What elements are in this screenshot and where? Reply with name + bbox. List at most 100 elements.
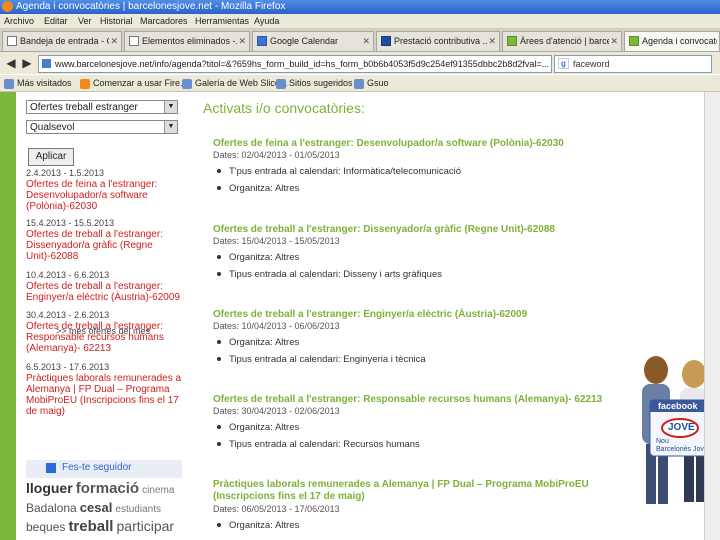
event-detail: Organitza: Altres (213, 337, 633, 348)
list-item: 2.4.2013 - 1.5.2013 Ofertes de feina a l… (26, 168, 186, 212)
event-detail: Tipus entrada al calendari: Disseny i ar… (213, 269, 633, 280)
barcelonesjove-icon (629, 36, 639, 46)
follow-label: Fes-te seguidor (62, 462, 132, 473)
firefox-icon (2, 1, 13, 12)
bookmark-most-visited[interactable]: Más visitados (4, 75, 72, 91)
menu-historial[interactable]: Historial (100, 14, 133, 28)
bookmark-icon (4, 78, 14, 89)
follow-box[interactable]: Fes-te seguidor (26, 460, 182, 478)
vertical-scrollbar[interactable] (704, 92, 720, 540)
menu-editar[interactable]: Editar (44, 14, 68, 28)
event-title-link[interactable]: Ofertes de treball a l'estranger: Respon… (213, 394, 633, 405)
promo-tagline: Nou (656, 438, 669, 445)
list-item-link[interactable]: Ofertes de treball a l'estranger: Dissen… (26, 229, 186, 262)
category-select[interactable]: Ofertes treball estranger ▼ (26, 100, 178, 114)
calendar-icon (257, 36, 267, 46)
list-item-link[interactable]: Pràctiques laborals remunerades a Aleman… (26, 373, 186, 417)
apply-button[interactable]: Aplicar (28, 148, 74, 166)
bookmarks-toolbar: Más visitados Comenzar a usar Fire... Ga… (0, 75, 720, 92)
tag-link[interactable]: cinema (142, 485, 174, 496)
window-title: Agenda i convocatòries | barcelonesjove.… (16, 1, 286, 12)
page-icon (129, 36, 139, 46)
event-detail: Tipus entrada al calendari: Enginyeria i… (213, 354, 633, 365)
forward-arrow-icon[interactable]: ▶ (18, 54, 36, 72)
close-icon[interactable]: ✕ (362, 32, 370, 51)
event-entry: Ofertes de treball a l'estranger: Respon… (213, 394, 633, 450)
page-title: Activats i/o convocatòries: (203, 100, 365, 116)
event-detail: Organitza: Altres (213, 422, 633, 433)
search-text: faceword (573, 59, 610, 69)
tag-link[interactable]: estudiants (115, 504, 161, 515)
menu-bar: Archivo Editar Ver Historial Marcadores … (0, 14, 720, 29)
bookmark-getting-started[interactable]: Comenzar a usar Fire... (80, 75, 188, 91)
event-entry: Ofertes de treball a l'estranger: Enginy… (213, 309, 633, 365)
list-item: 10.4.2013 - 6.6.2013 Ofertes de treball … (26, 270, 186, 303)
search-input[interactable]: g faceword (554, 55, 712, 73)
chevron-down-icon: ▼ (164, 121, 177, 133)
tab-arees-atencio[interactable]: Àrees d'atenció | barce... ✕ (502, 31, 622, 51)
bookmark-web-slice[interactable]: Galería de Web Slice... (182, 75, 287, 91)
menu-archivo[interactable]: Archivo (4, 14, 34, 28)
event-dates: Dates: 10/04/2013 - 06/06/2013 (213, 321, 340, 331)
event-entry: Pràctiques laborals remunerades a Aleman… (213, 479, 633, 531)
bullet-icon (217, 523, 221, 528)
close-icon[interactable]: ✕ (488, 32, 496, 51)
bookmark-suggested-sites[interactable]: Sitios sugeridos (276, 75, 353, 91)
bullet-icon (217, 169, 221, 174)
tag-cloud: lloguer formació cinema Badalona cesal e… (26, 480, 186, 537)
tag-link[interactable]: formació (76, 480, 139, 497)
navigation-bar: ◀ ▶ www.barcelonesjove.net/info/agenda?t… (0, 52, 720, 74)
bullet-icon (217, 442, 221, 447)
location-select[interactable]: Qualsevol ▼ (26, 120, 178, 134)
event-detail: Tipus entrada al calendari: Recursos hum… (213, 439, 633, 450)
tag-link[interactable]: lloguer (26, 480, 73, 496)
menu-herramientas[interactable]: Herramientas (195, 14, 249, 28)
tag-link[interactable]: participar (117, 518, 175, 534)
bullet-icon (217, 357, 221, 362)
tab-google-calendar[interactable]: Google Calendar ✕ (252, 31, 374, 51)
event-dates: Dates: 30/04/2013 - 02/06/2013 (213, 406, 340, 416)
event-detail: Organitza: Altres (213, 183, 633, 194)
barcelonesjove-icon (507, 36, 517, 46)
bookmark-icon (354, 78, 364, 89)
bullet-icon (217, 340, 221, 345)
bullet-icon (217, 186, 221, 191)
tag-link[interactable]: treball (68, 518, 113, 535)
event-title-link[interactable]: Ofertes de feina a l'estranger: Desenvol… (213, 138, 633, 149)
menu-ayuda[interactable]: Ayuda (254, 14, 279, 28)
event-detail: Organitza: Altres (213, 252, 633, 263)
event-title-link[interactable]: Pràctiques laborals remunerades a Aleman… (213, 479, 613, 503)
chevron-down-icon: ▼ (164, 101, 177, 113)
google-icon: g (558, 58, 569, 69)
tab-prestacio[interactable]: Prestació contributiva ... ✕ (376, 31, 500, 51)
menu-ver[interactable]: Ver (78, 14, 92, 28)
tab-deleted-items[interactable]: Elementos eliminados -... ✕ (124, 31, 250, 51)
tag-link[interactable]: Badalona (26, 501, 77, 515)
tab-bar: Bandeja de entrada - O... ✕ Elementos el… (0, 29, 720, 52)
tab-agenda[interactable]: Agenda i convocatòries ... (624, 31, 720, 51)
promo-facebook-label: facebook (658, 401, 698, 411)
tag-link[interactable]: cesal (80, 500, 113, 515)
window-titlebar: Agenda i convocatòries | barcelonesjove.… (0, 0, 720, 14)
bookmark-gsuo[interactable]: Gsuo (354, 75, 389, 91)
event-title-link[interactable]: Ofertes de treball a l'estranger: Dissen… (213, 224, 633, 235)
event-entry: Ofertes de feina a l'estranger: Desenvol… (213, 138, 633, 194)
list-item-link[interactable]: Ofertes de treball a l'estranger: Enginy… (26, 281, 186, 303)
event-dates: Dates: 15/04/2013 - 15/05/2013 (213, 236, 340, 246)
close-icon[interactable]: ✕ (238, 32, 246, 51)
page-icon (7, 36, 17, 46)
tag-link[interactable]: beques (26, 520, 65, 534)
close-icon[interactable]: ✕ (610, 32, 618, 51)
bookmark-icon (182, 78, 192, 89)
close-icon[interactable]: ✕ (110, 32, 118, 51)
event-title-link[interactable]: Ofertes de treball a l'estranger: Enginy… (213, 309, 633, 320)
more-offers-link[interactable]: >> més ofertes del mes (56, 326, 150, 336)
list-item-link[interactable]: Ofertes de feina a l'estranger: Desenvol… (26, 179, 186, 212)
menu-marcadores[interactable]: Marcadores (140, 14, 188, 28)
site-icon (42, 59, 51, 68)
address-bar[interactable]: www.barcelonesjove.net/info/agenda?titol… (38, 55, 552, 73)
tab-inbox[interactable]: Bandeja de entrada - O... ✕ (2, 31, 122, 51)
event-detail: Organitza: Altres (213, 520, 633, 531)
event-dates: Dates: 06/05/2013 - 17/06/2013 (213, 504, 340, 514)
list-item: 6.5.2013 - 17.6.2013 Pràctiques laborals… (26, 362, 186, 417)
